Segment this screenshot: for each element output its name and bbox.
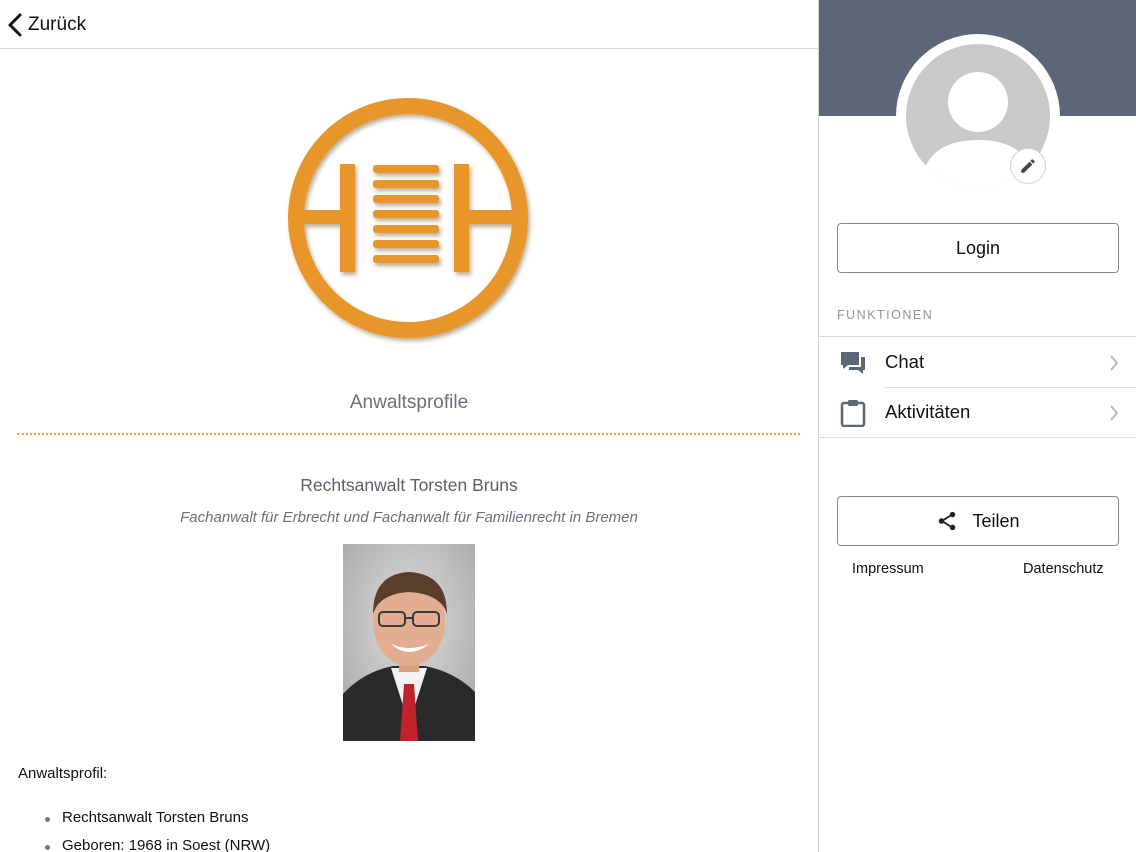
clipboard-icon: [840, 400, 866, 427]
lawyer-photo: [343, 544, 475, 741]
dotted-divider: [17, 433, 800, 435]
list-item: Geboren: 1968 in Soest (NRW): [44, 836, 270, 852]
functions-menu: Chat Aktivitäten: [819, 336, 1136, 438]
edit-avatar-button[interactable]: [1010, 148, 1046, 184]
main-pane: Zurück Anwaltsprofile Rechtsanwalt Torst…: [0, 0, 818, 852]
top-bar: Zurück: [0, 0, 818, 49]
menu-item-activities[interactable]: Aktivitäten: [819, 387, 1136, 437]
profile-label: Anwaltsprofil:: [18, 765, 108, 782]
chevron-left-icon: [8, 13, 22, 37]
chat-icon: [841, 352, 865, 374]
profile-list: Rechtsanwalt Torsten Bruns Geboren: 1968…: [44, 808, 270, 852]
menu-item-label: Chat: [885, 351, 925, 372]
lawyer-name: Rechtsanwalt Torsten Bruns: [300, 475, 518, 495]
back-label: Zurück: [28, 14, 87, 35]
lawyer-subtitle: Fachanwalt für Erbrecht und Fachanwalt f…: [180, 509, 638, 526]
login-button[interactable]: Login: [837, 223, 1119, 273]
list-item: Rechtsanwalt Torsten Bruns: [44, 808, 270, 836]
sidebar: Login FUNKTIONEN Chat Aktivitäten Teilen…: [818, 0, 1136, 852]
portrait-image: [343, 544, 475, 741]
section-title: FUNKTIONEN: [837, 308, 934, 322]
datenschutz-link[interactable]: Datenschutz: [1023, 561, 1104, 577]
firm-logo: [282, 92, 538, 348]
share-icon: [939, 511, 956, 531]
menu-item-label: Aktivitäten: [885, 401, 971, 422]
chevron-right-icon: [1110, 405, 1119, 421]
share-label: Teilen: [972, 510, 1020, 531]
logo-icon: [288, 98, 528, 338]
chevron-right-icon: [1110, 355, 1119, 371]
menu-item-chat[interactable]: Chat: [819, 337, 1136, 387]
share-button[interactable]: Teilen: [837, 496, 1119, 546]
pencil-icon: [1021, 159, 1035, 173]
impressum-link[interactable]: Impressum: [852, 561, 924, 577]
page-heading: Anwaltsprofile: [349, 392, 469, 413]
back-button[interactable]: Zurück: [6, 10, 86, 40]
